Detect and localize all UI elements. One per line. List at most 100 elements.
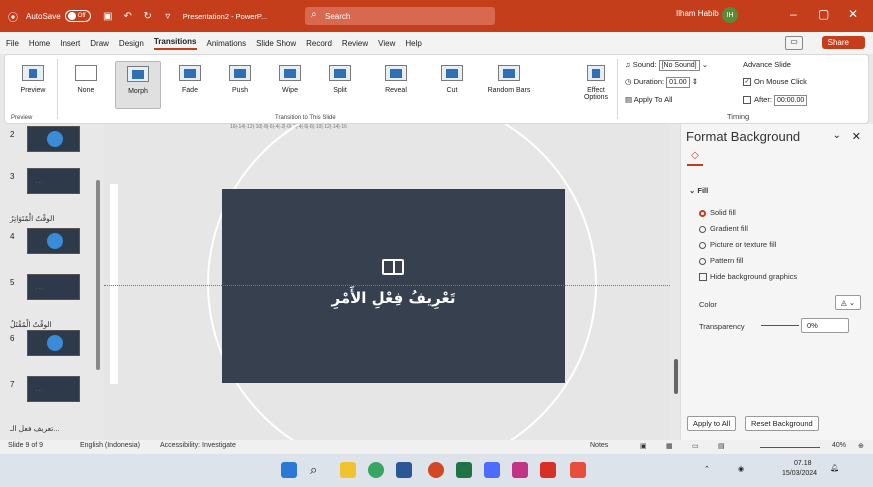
autosave-toggle[interactable]: Off: [64, 10, 91, 22]
powerpoint-icon[interactable]: [428, 462, 444, 478]
format-background-pane: Format Background ⌄ ✕ ◇ ⌄ Fill Solid fil…: [680, 124, 873, 440]
clock-date[interactable]: 15/03/2024: [782, 470, 817, 477]
menu-slide-show[interactable]: Slide Show: [256, 39, 296, 48]
slide-number: 5: [10, 278, 15, 287]
apply-to-all-button[interactable]: Apply to All: [687, 416, 737, 431]
pane-title: Format Background: [686, 129, 801, 144]
slide-thumbnail[interactable]: [27, 126, 80, 152]
color-picker-button[interactable]: ◬ ⌄: [835, 295, 862, 310]
fill-bucket-icon[interactable]: ◇: [687, 150, 703, 166]
menu-animations[interactable]: Animations: [207, 39, 247, 48]
menu-record[interactable]: Record: [306, 39, 332, 48]
transition-morph[interactable]: Morph: [115, 61, 161, 109]
app-icon[interactable]: [570, 462, 586, 478]
gradient-fill-radio[interactable]: Gradient fill: [699, 224, 748, 233]
search-input[interactable]: ⌕ Search: [305, 7, 495, 25]
excel-icon[interactable]: [456, 462, 472, 478]
on-mouse-click-checkbox[interactable]: ✓ On Mouse Click: [743, 77, 807, 87]
normal-view-icon[interactable]: ▣: [640, 442, 647, 450]
close-icon[interactable]: ✕: [848, 7, 858, 21]
comments-icon[interactable]: ▭: [785, 36, 803, 50]
menu-draw[interactable]: Draw: [90, 39, 109, 48]
section-label[interactable]: الوقْتُ الْمُقْتَلُ: [10, 320, 52, 329]
slide-number: 2: [10, 130, 15, 139]
menu-review[interactable]: Review: [342, 39, 368, 48]
start-icon[interactable]: [281, 462, 297, 478]
current-slide[interactable]: تَعْرِيفُ فِعْلِ الأَمْرِ: [222, 189, 565, 383]
close-icon[interactable]: ✕: [852, 130, 861, 143]
transition-reveal[interactable]: Reveal: [373, 61, 419, 109]
save-icon[interactable]: ▣: [101, 9, 115, 23]
transition-random-bars[interactable]: Random Bars: [481, 61, 537, 109]
menu-help[interactable]: Help: [405, 39, 421, 48]
customize-icon[interactable]: ▿: [161, 9, 175, 23]
section-label[interactable]: تعريف فعل الـ...: [10, 424, 60, 433]
section-label[interactable]: الوقْتُ الْمُتَوَاتِرُ: [10, 214, 54, 223]
sound-control[interactable]: ♫ Sound: [No Sound] ⌄: [625, 60, 708, 71]
maximize-icon[interactable]: ▢: [818, 7, 829, 21]
word-icon[interactable]: [396, 462, 412, 478]
after-checkbox[interactable]: After: 00:00.00: [743, 95, 808, 106]
menu-transitions[interactable]: Transitions: [153, 37, 197, 50]
slide-thumbnail[interactable]: · · ·: [27, 376, 80, 402]
transition-push[interactable]: Push: [217, 61, 263, 109]
effect-options-button[interactable]: Effect Options: [578, 61, 614, 109]
minimize-icon[interactable]: –: [790, 7, 797, 21]
file-name: Presentation2 - PowerP...: [182, 11, 268, 21]
autosave-label: AutoSave: [26, 11, 61, 21]
hide-background-checkbox[interactable]: Hide background graphics: [699, 272, 797, 282]
reading-view-icon[interactable]: ▭: [692, 442, 699, 450]
redo-icon[interactable]: ↻: [141, 9, 155, 23]
slideshow-view-icon[interactable]: ▤: [718, 442, 725, 450]
app-icon[interactable]: [484, 462, 500, 478]
duration-control[interactable]: ◷ Duration: 01.00 ⇕: [625, 77, 698, 88]
transition-fade[interactable]: Fade: [167, 61, 213, 109]
wifi-icon[interactable]: ◉: [738, 465, 744, 473]
slide-title[interactable]: تَعْرِيفُ فِعْلِ الأَمْرِ: [222, 289, 565, 307]
undo-icon[interactable]: ↶: [121, 9, 135, 23]
zoom-level[interactable]: 40%: [832, 442, 846, 449]
slide-thumbnail[interactable]: · · ·: [27, 168, 80, 194]
menu-file[interactable]: File: [6, 39, 19, 48]
menu-view[interactable]: View: [378, 39, 395, 48]
slide-thumbnail[interactable]: [27, 228, 80, 254]
slide-thumbnail[interactable]: [27, 330, 80, 356]
avatar[interactable]: IH: [722, 7, 738, 23]
user-name[interactable]: Ilham Habib: [676, 9, 719, 18]
fit-slide-icon[interactable]: ⊕: [858, 442, 864, 450]
tray-chevron-icon[interactable]: ⌃: [704, 465, 710, 473]
thumbnails-scrollbar[interactable]: [96, 124, 102, 444]
transition-cut[interactable]: Cut: [429, 61, 475, 109]
transparency-slider[interactable]: [761, 325, 799, 326]
solid-fill-radio[interactable]: Solid fill: [699, 208, 736, 217]
transition-wipe[interactable]: Wipe: [267, 61, 313, 109]
share-button[interactable]: Share: [821, 36, 865, 49]
editor-scrollbar[interactable]: [673, 124, 679, 440]
menu-home[interactable]: Home: [29, 39, 50, 48]
fill-section-header[interactable]: ⌄ Fill: [689, 186, 708, 195]
picture-fill-radio[interactable]: Picture or texture fill: [699, 240, 776, 249]
apply-to-all-button[interactable]: ▤ Apply To All: [625, 95, 672, 104]
menu-design[interactable]: Design: [119, 39, 144, 48]
chrome-icon[interactable]: [368, 462, 384, 478]
transparency-input[interactable]: 0%: [801, 318, 849, 333]
clock-time[interactable]: 07.18: [794, 460, 812, 467]
zoom-slider[interactable]: [760, 447, 820, 448]
accessibility-status[interactable]: Accessibility: Investigate: [160, 442, 236, 449]
sorter-view-icon[interactable]: ▦: [666, 442, 673, 450]
slide-thumbnail[interactable]: · · ·: [27, 274, 80, 300]
preview-button[interactable]: Preview: [11, 61, 55, 109]
language[interactable]: English (Indonesia): [80, 442, 140, 449]
chevron-down-icon[interactable]: ⌄: [833, 130, 841, 141]
notification-icon[interactable]: 🔔︎: [830, 464, 839, 472]
transition-split[interactable]: Split: [317, 61, 363, 109]
reset-background-button[interactable]: Reset Background: [745, 416, 819, 431]
file-explorer-icon[interactable]: [340, 462, 356, 478]
pdf-icon[interactable]: [540, 462, 556, 478]
pattern-fill-radio[interactable]: Pattern fill: [699, 256, 743, 265]
search-icon[interactable]: ⌕: [310, 462, 326, 478]
transition-none[interactable]: None: [63, 61, 109, 109]
menu-insert[interactable]: Insert: [60, 39, 80, 48]
notes-button[interactable]: Notes: [590, 442, 608, 449]
instagram-icon[interactable]: [512, 462, 528, 478]
